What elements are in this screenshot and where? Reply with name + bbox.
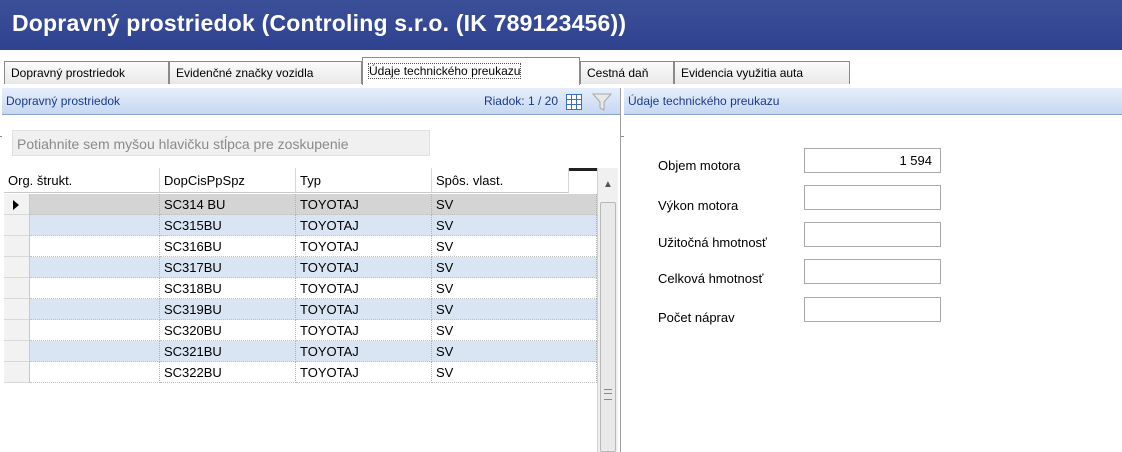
vertical-scrollbar[interactable]: ▲ — [597, 168, 618, 452]
cell-spz[interactable]: SC319BU — [160, 299, 296, 320]
cell-spz[interactable]: SC318BU — [160, 278, 296, 299]
vehicle-list-panel: Dopravný prostriedok Riadok: 1 / 20 Poti… — [2, 88, 621, 452]
technical-data-header: Údaje technického preukazu — [624, 88, 1122, 115]
cell-org[interactable] — [30, 278, 160, 299]
table-row[interactable]: SC314 BU TOYOTAJ SV — [4, 194, 597, 215]
table-row[interactable]: SC316BU TOYOTAJ SV — [4, 236, 597, 257]
cell-org[interactable] — [30, 236, 160, 257]
cell-spz[interactable]: SC317BU — [160, 257, 296, 278]
cell-spz[interactable]: SC321BU — [160, 341, 296, 362]
technical-data-title: Údaje technického preukazu — [628, 94, 780, 108]
tab-evidencne-znacky[interactable]: Evidenčné značky vozidla — [169, 61, 362, 84]
table-row[interactable]: SC320BU TOYOTAJ SV — [4, 320, 597, 341]
header-separator — [569, 168, 597, 171]
column-chooser-icon[interactable] — [566, 94, 582, 110]
group-by-zone[interactable]: Potiahnite sem myšou hlavičku stĺpca pre… — [4, 116, 618, 168]
cell-typ[interactable]: TOYOTAJ — [296, 320, 432, 341]
scroll-thumb[interactable] — [600, 202, 616, 452]
tab-udaje-technickeho-preukazu[interactable]: Údaje technického preukazu — [362, 57, 580, 85]
label-pocet-naprav: Počet náprav — [658, 310, 735, 325]
cell-vlast[interactable]: SV — [432, 194, 597, 215]
table-row[interactable]: SC322BU TOYOTAJ SV — [4, 362, 597, 383]
cell-org[interactable] — [30, 299, 160, 320]
table-row[interactable]: SC319BU TOYOTAJ SV — [4, 299, 597, 320]
cell-spz[interactable]: SC316BU — [160, 236, 296, 257]
label-vykon-motora: Výkon motora — [658, 198, 739, 213]
uzitocna-hmotnost-field[interactable] — [804, 222, 941, 247]
cell-typ[interactable]: TOYOTAJ — [296, 215, 432, 236]
cell-typ[interactable]: TOYOTAJ — [296, 194, 432, 215]
table-row[interactable]: SC317BU TOYOTAJ SV — [4, 257, 597, 278]
cell-vlast[interactable]: SV — [432, 320, 597, 341]
group-by-placeholder: Potiahnite sem myšou hlavičku stĺpca pre… — [12, 130, 430, 156]
window-title-bar: Dopravný prostriedok (Controling s.r.o. … — [0, 0, 1122, 50]
label-objem-motora: Objem motora — [658, 158, 741, 173]
cell-vlast[interactable]: SV — [432, 257, 597, 278]
cell-vlast[interactable]: SV — [432, 299, 597, 320]
row-selector[interactable] — [4, 299, 30, 320]
pocet-naprav-field[interactable] — [804, 297, 941, 322]
label-uzitocna-hmotnost: Užitočná hmotnosť — [658, 235, 767, 250]
cell-vlast[interactable]: SV — [432, 215, 597, 236]
column-header-vlast[interactable]: Spôs. vlast. — [432, 168, 569, 193]
table-row[interactable]: SC321BU TOYOTAJ SV — [4, 341, 597, 362]
tab-evidencia-vyuzitia-auta[interactable]: Evidencia využitia auta — [674, 61, 850, 84]
cell-typ[interactable]: TOYOTAJ — [296, 362, 432, 383]
cell-org[interactable] — [30, 194, 160, 215]
tab-label: Údaje technického preukazu — [367, 63, 522, 79]
vehicle-list-header: Dopravný prostriedok Riadok: 1 / 20 — [2, 88, 620, 115]
table-row[interactable]: SC318BU TOYOTAJ SV — [4, 278, 597, 299]
row-selector[interactable] — [4, 362, 30, 383]
window-title: Dopravný prostriedok (Controling s.r.o. … — [12, 10, 627, 36]
cell-typ[interactable]: TOYOTAJ — [296, 236, 432, 257]
vehicle-list-title: Dopravný prostriedok — [6, 94, 121, 108]
row-selector[interactable] — [4, 194, 30, 215]
row-selector[interactable] — [4, 341, 30, 362]
cell-typ[interactable]: TOYOTAJ — [296, 257, 432, 278]
tab-cestna-dan[interactable]: Cestná daň — [580, 61, 674, 84]
current-row-icon — [13, 200, 19, 210]
cell-vlast[interactable]: SV — [432, 278, 597, 299]
cell-org[interactable] — [30, 320, 160, 341]
scroll-up-icon[interactable]: ▲ — [598, 176, 618, 194]
column-header-typ[interactable]: Typ — [296, 168, 432, 193]
filter-icon[interactable] — [592, 92, 612, 112]
cell-vlast[interactable]: SV — [432, 236, 597, 257]
cell-typ[interactable]: TOYOTAJ — [296, 341, 432, 362]
row-selector[interactable] — [4, 257, 30, 278]
tab-label: Evidenčné značky vozidla — [176, 66, 314, 80]
column-header-org[interactable]: Org. štrukt. — [4, 168, 160, 193]
objem-motora-field[interactable]: 1 594 — [804, 148, 941, 173]
column-header-spz[interactable]: DopCisPpSpz — [160, 168, 296, 193]
celkova-hmotnost-field[interactable] — [804, 259, 941, 284]
row-selector[interactable] — [4, 236, 30, 257]
cell-spz[interactable]: SC322BU — [160, 362, 296, 383]
row-selector[interactable] — [4, 215, 30, 236]
cell-typ[interactable]: TOYOTAJ — [296, 278, 432, 299]
tab-strip: Dopravný prostriedok Evidenčné značky vo… — [0, 50, 1122, 137]
scroll-grip-icon — [604, 389, 612, 400]
cell-vlast[interactable]: SV — [432, 341, 597, 362]
tab-label: Evidencia využitia auta — [681, 66, 804, 80]
row-selector[interactable] — [4, 320, 30, 341]
tab-label: Cestná daň — [587, 66, 649, 80]
cell-typ[interactable]: TOYOTAJ — [296, 299, 432, 320]
technical-data-panel: Údaje technického preukazu Objem motora … — [624, 88, 1122, 452]
vykon-motora-field[interactable] — [804, 185, 941, 210]
tab-dopravny-prostriedok[interactable]: Dopravný prostriedok — [4, 61, 169, 84]
cell-spz[interactable]: SC315BU — [160, 215, 296, 236]
vehicle-grid: Org. štrukt. DopCisPpSpz Typ Spôs. vlast… — [4, 168, 618, 452]
row-counter: Riadok: 1 / 20 — [483, 94, 558, 108]
cell-org[interactable] — [30, 257, 160, 278]
label-celkova-hmotnost: Celková hmotnosť — [658, 271, 764, 286]
row-selector[interactable] — [4, 278, 30, 299]
cell-org[interactable] — [30, 215, 160, 236]
cell-org[interactable] — [30, 362, 160, 383]
table-row[interactable]: SC315BU TOYOTAJ SV — [4, 215, 597, 236]
cell-spz[interactable]: SC314 BU — [160, 194, 296, 215]
cell-vlast[interactable]: SV — [432, 362, 597, 383]
cell-spz[interactable]: SC320BU — [160, 320, 296, 341]
tab-label: Dopravný prostriedok — [11, 66, 126, 80]
cell-org[interactable] — [30, 341, 160, 362]
